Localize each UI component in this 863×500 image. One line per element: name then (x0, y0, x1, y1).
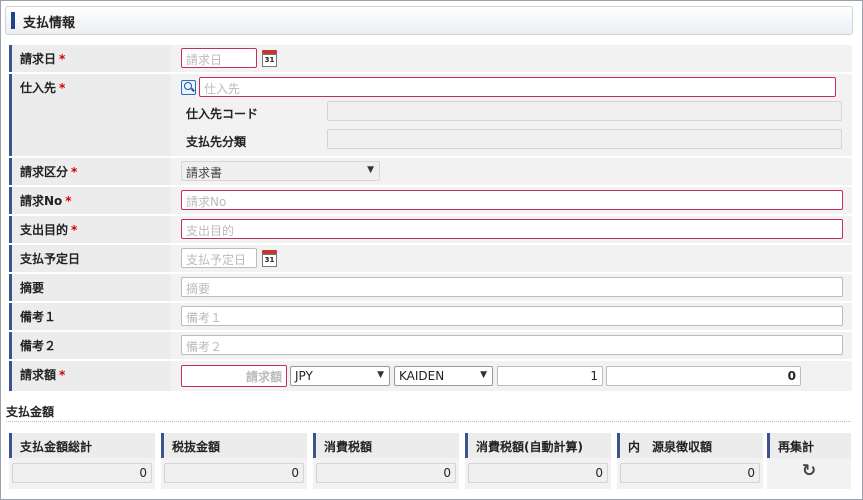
remark2-input[interactable]: 備考２ (181, 335, 843, 355)
amount-input[interactable]: 請求額 (181, 365, 287, 387)
col-header-total: 支払金額総計 (9, 433, 155, 458)
exchange-rate-input[interactable]: 1 (497, 366, 603, 386)
billing-no-input[interactable]: 請求No (181, 190, 843, 210)
row-billing-no: 請求No * 請求No (9, 187, 852, 214)
withholding-field: 0 (620, 463, 760, 483)
label-amount: 請求額 * (9, 361, 171, 391)
summary-input[interactable]: 摘要 (181, 277, 843, 297)
tax-auto-field: 0 (468, 463, 608, 483)
remark1-input[interactable]: 備考１ (181, 306, 843, 326)
label-supplier: 仕入先 * (9, 74, 171, 156)
cell-total: 0 (9, 458, 155, 489)
col-header-tax-auto: 消費税額(自動計算) (465, 433, 611, 458)
label-billing-date: 請求日 * (9, 45, 171, 72)
billing-date-input[interactable]: 請求日 (181, 48, 257, 68)
row-supplier: 仕入先 * 仕入先 仕入先コード 支払先分類 (9, 74, 852, 156)
supplier-code-field (327, 101, 842, 121)
converted-amount-field: 0 (606, 366, 801, 386)
chevron-down-icon: ▼ (367, 165, 374, 175)
purpose-input[interactable]: 支出目的 (181, 219, 843, 239)
supplier-input[interactable]: 仕入先 (199, 77, 836, 97)
rate-type-select[interactable]: KAIDEN ▼ (394, 366, 493, 386)
cell-tax-excluded: 0 (161, 458, 307, 489)
chevron-down-icon: ▼ (480, 370, 487, 380)
billing-type-select[interactable]: 請求書 ▼ (181, 161, 380, 181)
payee-category-label: 支払先分類 (186, 135, 247, 149)
chevron-down-icon: ▼ (377, 370, 384, 380)
row-billing-type: 請求区分 * 請求書 ▼ (9, 158, 852, 185)
label-remark1: 備考１ (9, 303, 171, 330)
payee-category-field (327, 129, 842, 149)
search-icon[interactable] (181, 80, 196, 95)
label-billing-no: 請求No * (9, 187, 171, 214)
refresh-icon[interactable]: ↻ (800, 462, 818, 480)
col-header-recalc: 再集計 (767, 433, 851, 458)
row-remark1: 備考１ 備考１ (9, 303, 852, 330)
divider (6, 421, 851, 422)
supplier-code-label: 仕入先コード (186, 107, 259, 121)
cell-tax: 0 (313, 458, 459, 489)
currency-select[interactable]: JPY ▼ (290, 366, 390, 386)
panel-title: 支払情報 (23, 16, 76, 31)
panel-header: 支払情報 (5, 6, 853, 35)
tax-excluded-field: 0 (164, 463, 304, 483)
calendar-icon[interactable]: 31 (262, 250, 277, 267)
row-remark2: 備考２ 備考２ (9, 332, 852, 359)
col-header-tax: 消費税額 (313, 433, 459, 458)
row-billing-date: 請求日 * 請求日 31 (9, 45, 852, 72)
total-amount-field: 0 (12, 463, 152, 483)
col-header-withholding: 内 源泉徴収額 (617, 433, 763, 458)
label-billing-type: 請求区分 * (9, 158, 171, 185)
cell-tax-auto: 0 (465, 458, 611, 489)
row-scheduled-date: 支払予定日 支払予定日 31 (9, 245, 852, 272)
section-title-payment: 支払金額 (6, 405, 55, 419)
row-purpose: 支出目的 * 支出目的 (9, 216, 852, 243)
cell-withholding: 0 (617, 458, 763, 489)
header-accent (11, 12, 15, 29)
row-amount: 請求額 * 請求額 JPY ▼ KAIDEN ▼ 1 0 (9, 361, 852, 391)
label-remark2: 備考２ (9, 332, 171, 359)
label-summary: 摘要 (9, 274, 171, 301)
col-header-tax-excluded: 税抜金額 (161, 433, 307, 458)
label-purpose: 支出目的 * (9, 216, 171, 243)
scheduled-date-input[interactable]: 支払予定日 (181, 248, 257, 268)
row-summary: 摘要 摘要 (9, 274, 852, 301)
calendar-icon[interactable]: 31 (262, 50, 277, 67)
label-scheduled-date: 支払予定日 (9, 245, 171, 272)
tax-amount-field: 0 (316, 463, 456, 483)
